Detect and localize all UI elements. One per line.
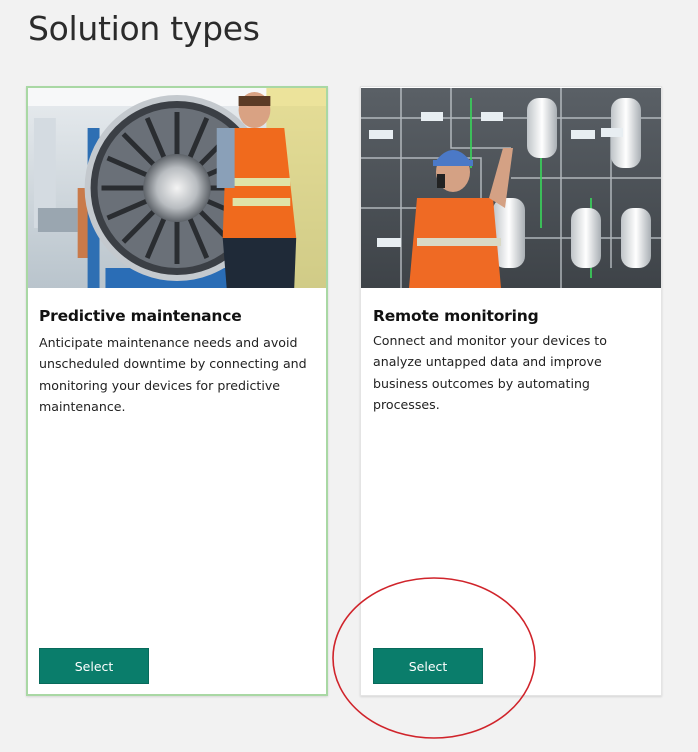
card-image-jet-engine: [28, 88, 326, 288]
card-remote-monitoring[interactable]: Remote monitoring Connect and monitor yo…: [360, 86, 662, 696]
page-title: Solution types: [28, 9, 260, 48]
card-title: Remote monitoring: [373, 307, 539, 325]
card-description: Anticipate maintenance needs and avoid u…: [39, 335, 307, 414]
card-title: Predictive maintenance: [39, 307, 242, 325]
card-description: Connect and monitor your devices to anal…: [373, 333, 607, 412]
card-predictive-maintenance[interactable]: Predictive maintenance Anticipate mainte…: [26, 86, 328, 696]
select-button-remote-monitoring[interactable]: Select: [373, 648, 483, 684]
select-button-predictive-maintenance[interactable]: Select: [39, 648, 149, 684]
card-image-control-panel: [361, 88, 661, 288]
